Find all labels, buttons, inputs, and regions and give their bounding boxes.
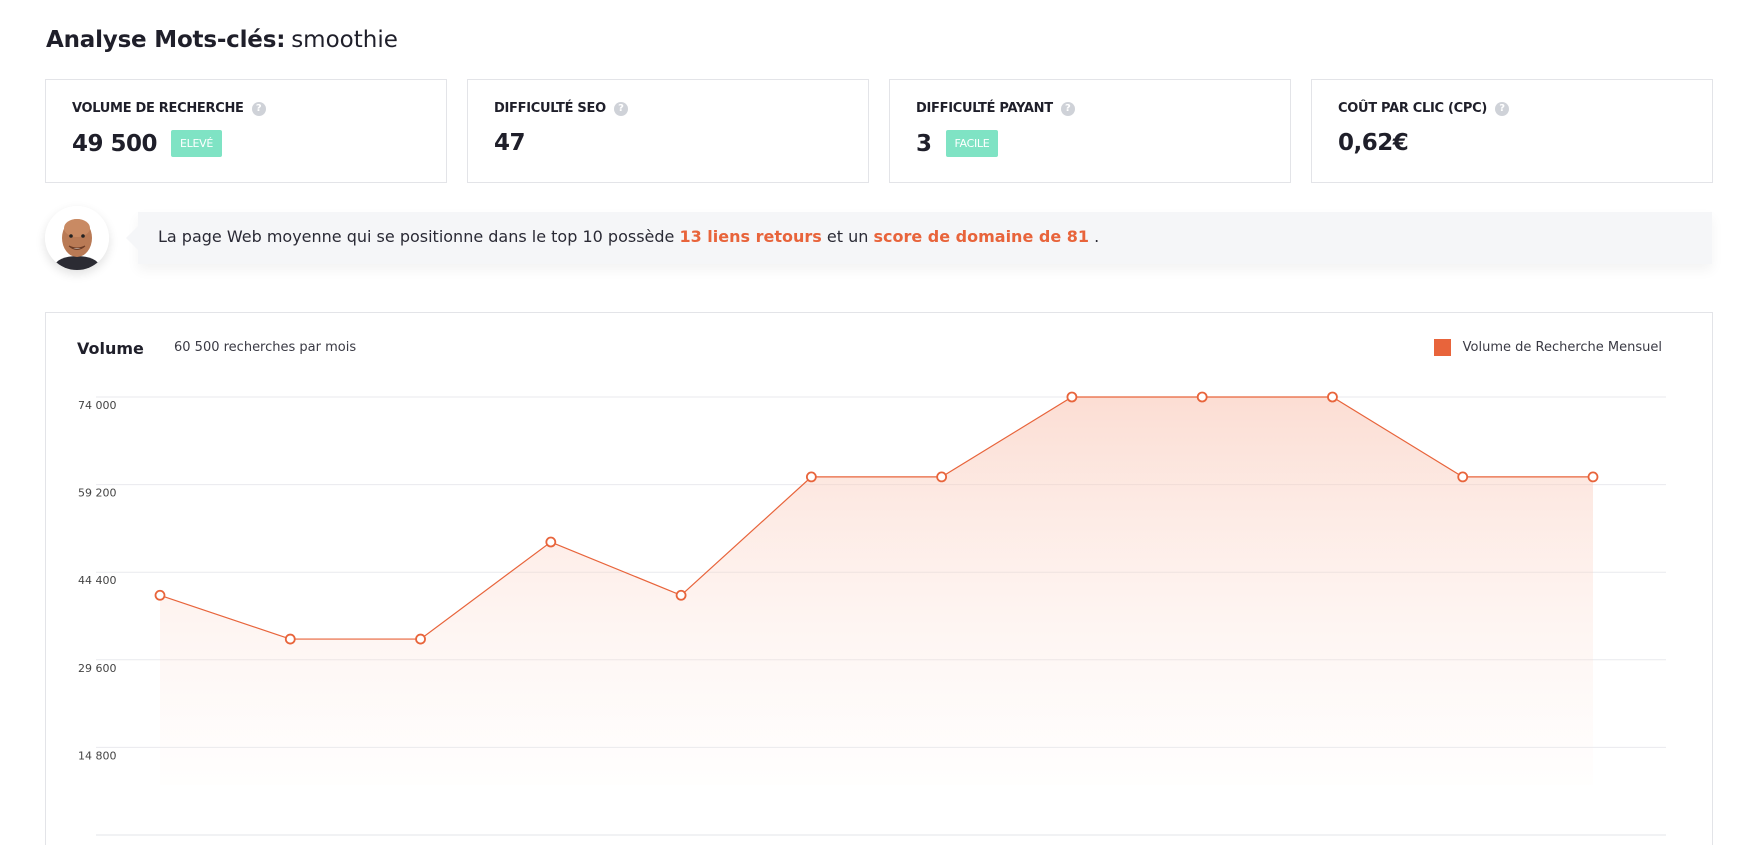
- insight-banner: La page Web moyenne qui se positionne da…: [126, 212, 1712, 264]
- page-title-label: Analyse Mots-clés:: [46, 27, 286, 53]
- status-badge: ELEVÉ: [171, 130, 223, 157]
- metric-card-search-volume: VOLUME DE RECHERCHE ? 49 500 ELEVÉ: [45, 79, 447, 183]
- page-title-keyword: smoothie: [291, 27, 398, 53]
- metric-cards: VOLUME DE RECHERCHE ? 49 500 ELEVÉ DIFFI…: [45, 79, 1713, 183]
- metric-label: DIFFICULTÉ PAYANT: [916, 101, 1053, 116]
- metric-label: DIFFICULTÉ SEO: [494, 101, 606, 116]
- volume-chart-panel: Volume 60 500 recherches par mois Volume…: [45, 312, 1713, 845]
- question-icon[interactable]: ?: [613, 101, 628, 116]
- data-point[interactable]: [1327, 391, 1338, 403]
- metric-label: COÛT PAR CLIC (CPC): [1338, 101, 1487, 116]
- y-tick-label: 74 000: [78, 399, 117, 412]
- series-area: [160, 397, 1593, 785]
- domain-score-highlight: score de domaine de 81: [873, 227, 1090, 246]
- metric-value: 0,62€: [1338, 130, 1409, 156]
- data-point[interactable]: [154, 589, 166, 601]
- avatar-photo: [45, 206, 109, 270]
- metric-value: 47: [494, 130, 526, 156]
- question-icon[interactable]: ?: [251, 101, 266, 116]
- metric-card-seo-difficulty: DIFFICULTÉ SEO ? 47: [467, 79, 869, 183]
- y-tick-label: 59 200: [78, 487, 117, 500]
- y-tick-label: 29 600: [78, 662, 117, 675]
- metric-value: 49 500: [72, 130, 158, 157]
- data-point[interactable]: [415, 633, 426, 645]
- status-badge: FACILE: [945, 130, 999, 157]
- data-point[interactable]: [1587, 471, 1599, 483]
- data-point[interactable]: [936, 471, 948, 483]
- metric-card-paid-difficulty: DIFFICULTÉ PAYANT ? 3 FACILE: [889, 79, 1291, 183]
- page-title: Analyse Mots-clés: smoothie: [46, 24, 398, 56]
- avatar: [45, 206, 109, 270]
- metric-card-cpc: COÛT PAR CLIC (CPC) ? 0,62€: [1311, 79, 1713, 183]
- data-point[interactable]: [1457, 471, 1469, 483]
- y-tick-label: 44 400: [78, 574, 117, 587]
- insight-text: La page Web moyenne qui se positionne da…: [158, 227, 1100, 246]
- data-point[interactable]: [284, 633, 296, 645]
- metric-label: VOLUME DE RECHERCHE: [72, 101, 244, 116]
- data-point[interactable]: [1066, 391, 1078, 403]
- data-point[interactable]: [1196, 391, 1208, 403]
- question-icon[interactable]: ?: [1495, 101, 1509, 116]
- metric-value: 3: [916, 130, 932, 157]
- volume-area-chart: 74 000 59 200 44 400 29 600 14 800: [78, 391, 1666, 836]
- question-icon[interactable]: ?: [1060, 101, 1075, 116]
- data-point[interactable]: [545, 536, 557, 548]
- keyword-analysis-page: Analyse Mots-clés: smoothie VOLUME DE REC…: [0, 0, 1739, 845]
- data-point[interactable]: [675, 589, 687, 601]
- backlinks-highlight: 13 liens retours: [679, 227, 822, 246]
- data-point[interactable]: [805, 471, 817, 483]
- y-tick-label: 14 800: [78, 749, 117, 762]
